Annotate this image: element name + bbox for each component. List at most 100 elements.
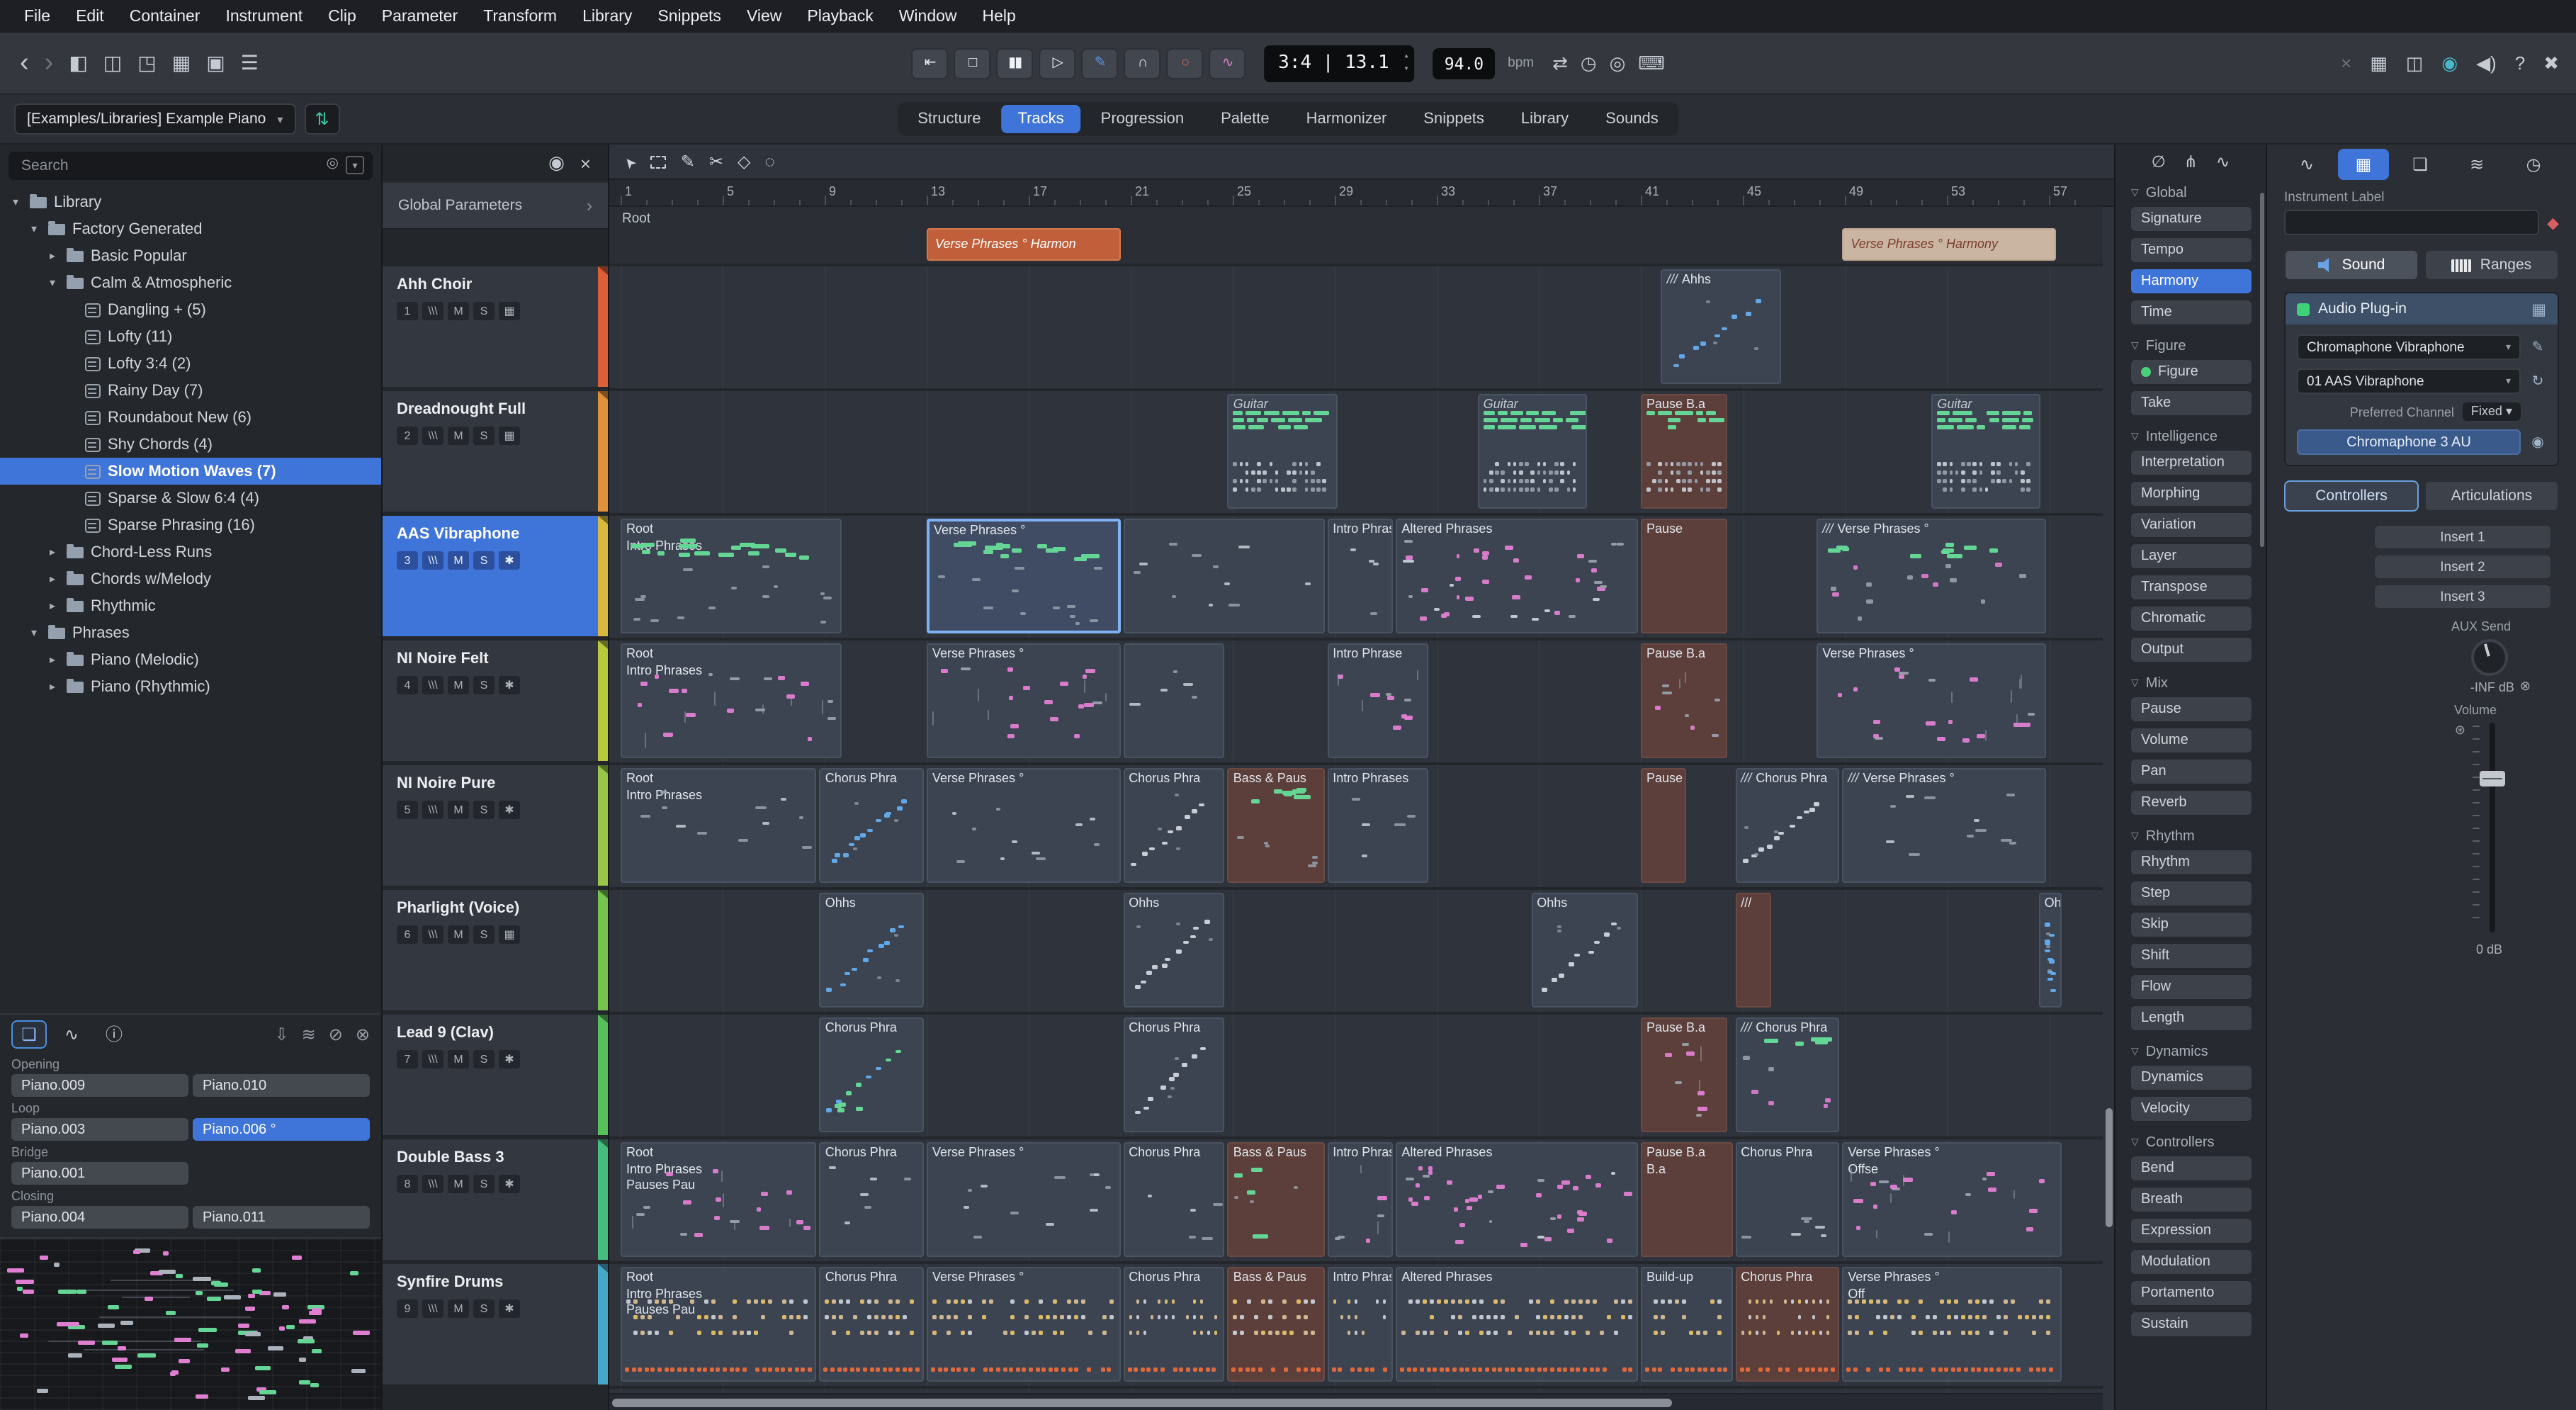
piano-icon[interactable]: ▦: [499, 427, 520, 445]
flow-icon[interactable]: ∿: [2216, 152, 2230, 171]
clip-verse-phrases[interactable]: ///Verse Phrases °: [1842, 768, 2046, 883]
clip-chorus-phra[interactable]: ///Chorus Phra: [1735, 768, 1839, 883]
arrange-view-icon[interactable]: ◳: [137, 51, 156, 75]
solo-button[interactable]: S: [473, 925, 495, 944]
clip-verse-phrases-harmony[interactable]: Verse Phrases ° Harmony: [1842, 228, 2056, 261]
detach-window-icon[interactable]: ×: [2341, 52, 2351, 74]
clip-intro-phrase[interactable]: Intro Phrase: [1327, 643, 1429, 758]
clip-pause[interactable]: Pause: [1641, 768, 1686, 883]
param-breath[interactable]: Breath: [2131, 1188, 2252, 1212]
tree-item-library[interactable]: ▾Library: [0, 188, 381, 215]
controllers-tab[interactable]: Controllers: [2284, 480, 2419, 512]
param-step[interactable]: Step: [2131, 881, 2252, 906]
mute-button[interactable]: M: [448, 1299, 469, 1318]
clip-chorus-phra[interactable]: Chorus Phra: [820, 1017, 924, 1132]
clip-chorus-phra[interactable]: Chorus Phra: [820, 1267, 924, 1382]
param-output[interactable]: Output: [2131, 638, 2252, 662]
mute-button[interactable]: M: [448, 1050, 469, 1068]
solo-button[interactable]: S: [473, 801, 495, 819]
clip-pause-b-a[interactable]: Pause B.a: [1641, 643, 1727, 758]
timeline-ruler[interactable]: 159131721252933374145495357: [609, 179, 2114, 207]
param-modulation[interactable]: Modulation: [2131, 1250, 2252, 1274]
track-dreadnought-full[interactable]: Dreadnought Full2\\\MS▦: [383, 391, 608, 512]
param-expression[interactable]: Expression: [2131, 1219, 2252, 1243]
clip-root[interactable]: RootIntro PhrasesPauses Pau: [621, 1142, 817, 1257]
clip-segment[interactable]: [1123, 643, 1225, 758]
back-button[interactable]: ‹: [20, 50, 29, 77]
clip-ahhs[interactable]: ///Ahhs: [1661, 269, 1781, 384]
instrument-tab[interactable]: ▦: [2338, 149, 2389, 180]
clip-verse-phrases[interactable]: Verse Phrases °: [927, 1267, 1120, 1382]
param-take[interactable]: Take: [2131, 391, 2252, 415]
sound-chart-tab[interactable]: ∿: [2281, 149, 2332, 180]
clip-verse-phrases[interactable]: ///Verse Phrases °: [1817, 519, 2046, 633]
tree-item-lofty-3-4-2[interactable]: Lofty 3:4 (2): [0, 350, 381, 377]
sound-tab[interactable]: Sound: [2284, 249, 2419, 281]
pool-chip-piano-003[interactable]: Piano.003: [11, 1118, 188, 1141]
sync-button[interactable]: ⇅: [304, 103, 339, 135]
parameter-scrollbar[interactable]: [2260, 193, 2264, 547]
tree-item-phrases[interactable]: ▾Phrases: [0, 619, 381, 646]
pool-chip-piano-011[interactable]: Piano.011: [193, 1206, 370, 1229]
param-section-rhythm[interactable]: ▽Rhythm: [2131, 822, 2252, 850]
track-close-icon[interactable]: ×: [580, 152, 591, 174]
clip-guitar[interactable]: Guitar: [1478, 394, 1587, 509]
list-view-icon[interactable]: ☰: [241, 51, 259, 75]
clip-oh[interactable]: Oh: [2039, 893, 2062, 1008]
search-scope-icon[interactable]: ▾: [346, 156, 364, 174]
param-skip[interactable]: Skip: [2131, 913, 2252, 937]
clip-ohhs[interactable]: Ohhs: [820, 893, 924, 1008]
param-reverb[interactable]: Reverb: [2131, 791, 2252, 815]
tab-tracks[interactable]: Tracks: [1000, 105, 1080, 133]
clip-chorus-phra[interactable]: ///Chorus Phra: [1735, 1017, 1839, 1132]
clip-intro-phrases[interactable]: Intro Phrases: [1327, 1267, 1393, 1382]
plug-icon[interactable]: ◉: [2529, 434, 2546, 450]
clip-altered-phrases[interactable]: Altered Phrases: [1396, 519, 1638, 633]
volume-link-icon[interactable]: ⊛: [2455, 723, 2465, 935]
tree-item-sparse-phrasing-16[interactable]: Sparse Phrasing (16): [0, 512, 381, 538]
clip-root[interactable]: RootIntro Phrases: [621, 519, 842, 633]
volume-slider[interactable]: [2474, 720, 2511, 935]
mute-button[interactable]: M: [448, 801, 469, 819]
clip-pause-b-a[interactable]: Pause B.a: [1641, 1017, 1727, 1132]
pool-chip-piano-006[interactable]: Piano.006 °: [193, 1118, 370, 1141]
param-tempo[interactable]: Tempo: [2131, 238, 2252, 262]
open-plugin-button[interactable]: Chromaphone 3 AU: [2297, 429, 2521, 455]
pencil-tool[interactable]: ✎: [681, 152, 695, 171]
label-color-icon[interactable]: ◆: [2547, 213, 2559, 232]
import-phrase-icon[interactable]: ⇩: [275, 1024, 289, 1044]
pool-chip-piano-004[interactable]: Piano.004: [11, 1206, 188, 1229]
mute-button[interactable]: M: [448, 427, 469, 445]
tab-structure[interactable]: Structure: [900, 105, 998, 133]
midi-keyboard-icon[interactable]: ⌨: [1638, 52, 1665, 74]
wrench-icon[interactable]: ✱: [499, 1299, 520, 1318]
pool-mixer-icon[interactable]: ≋: [302, 1024, 316, 1044]
tree-item-sparse-slow-6-4-4[interactable]: Sparse & Slow 6:4 (4): [0, 485, 381, 512]
tree-item-basic-popular[interactable]: ▸Basic Popular: [0, 242, 381, 269]
insert-slot-insert-1[interactable]: Insert 1: [2375, 526, 2550, 548]
param-signature[interactable]: Signature: [2131, 207, 2252, 231]
piano-icon[interactable]: ▦: [499, 302, 520, 320]
library-selector[interactable]: [Examples/Libraries] Example Piano ▾: [14, 103, 295, 135]
tree-item-shy-chords-4[interactable]: Shy Chords (4): [0, 431, 381, 458]
mute-button[interactable]: M: [448, 676, 469, 694]
edit-plugin-icon[interactable]: ✎: [2529, 339, 2546, 355]
clip-verse-phrases-harmon[interactable]: Verse Phrases ° Harmon: [927, 228, 1120, 261]
clip-chorus-phra[interactable]: Chorus Phra: [1123, 768, 1225, 883]
menu-help[interactable]: Help: [970, 8, 1029, 25]
tab-progression[interactable]: Progression: [1084, 105, 1201, 133]
param-harmony[interactable]: Harmony: [2131, 269, 2252, 293]
param-layer[interactable]: Layer: [2131, 544, 2252, 568]
pool-mute-icon[interactable]: ⊘: [329, 1024, 343, 1044]
clip-chorus-phra[interactable]: Chorus Phra: [1123, 1267, 1225, 1382]
tree-item-dangling-5[interactable]: Dangling + (5): [0, 296, 381, 323]
h-scrollbar[interactable]: [609, 1393, 2103, 1410]
articulations-tab[interactable]: Articulations: [2424, 480, 2559, 512]
tree-item-calm-atmospheric[interactable]: ▾Calm & Atmospheric: [0, 269, 381, 296]
param-shift[interactable]: Shift: [2131, 944, 2252, 968]
plugin-grid-icon[interactable]: ▦: [2531, 300, 2546, 318]
tree-chevron-icon[interactable]: ▾: [27, 626, 41, 639]
aux-send-knob[interactable]: [2471, 639, 2508, 676]
menu-instrument[interactable]: Instrument: [213, 8, 315, 25]
tree-item-roundabout-new-6[interactable]: Roundabout New (6): [0, 404, 381, 431]
